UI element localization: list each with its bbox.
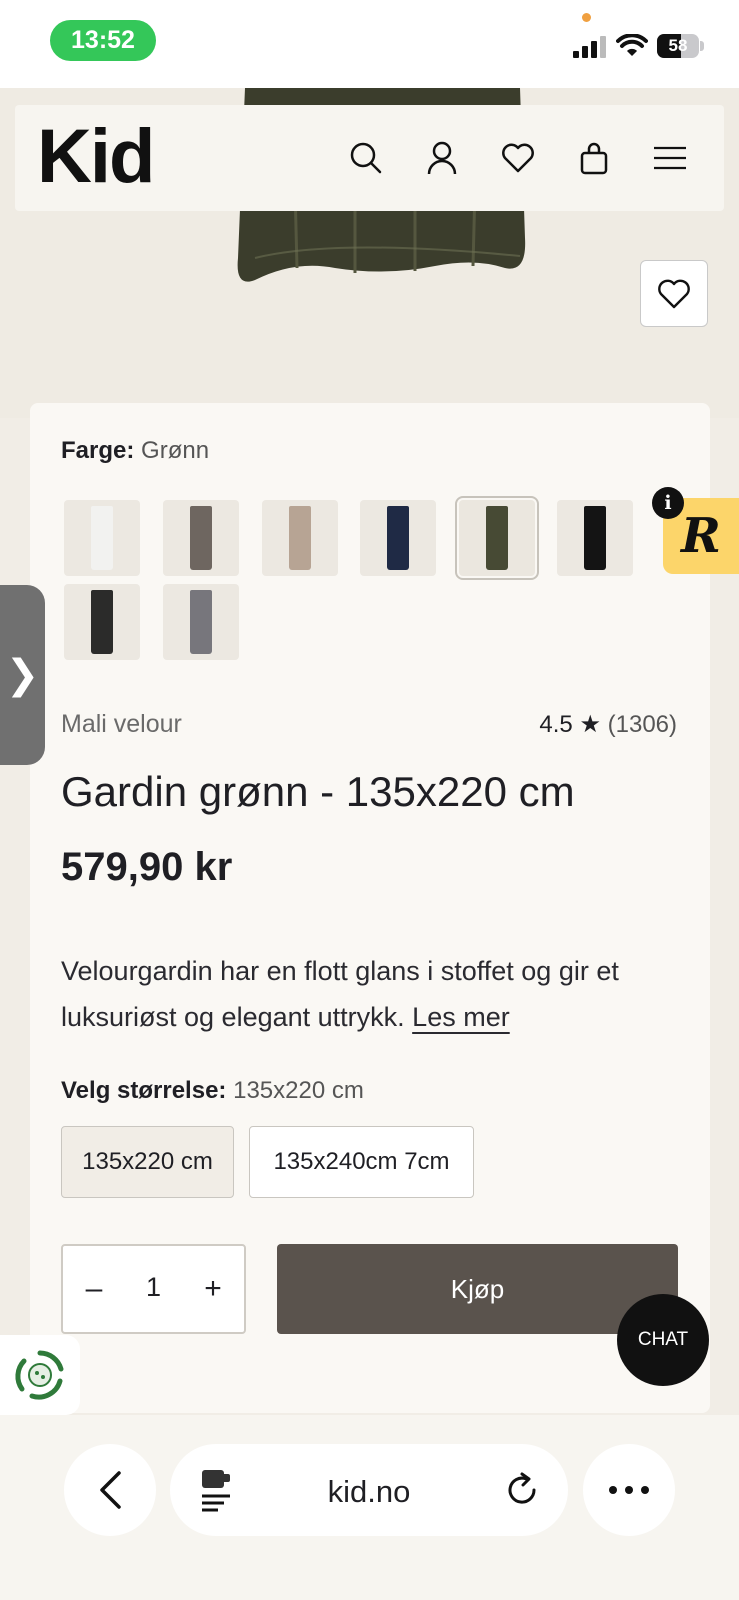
quantity-stepper: – 1 +: [61, 1244, 246, 1334]
product-description: Velourgardin har en flott glans i stoffe…: [61, 948, 681, 1040]
eco-badge[interactable]: [0, 1335, 80, 1415]
wifi-icon: [616, 34, 648, 56]
color-swatch[interactable]: [163, 584, 239, 660]
menu-button[interactable]: [650, 138, 690, 178]
kid-logo[interactable]: Kid: [37, 119, 155, 195]
search-icon: [350, 142, 382, 174]
signal-icon: [573, 36, 606, 58]
size-label: Velg størrelse: 135x220 cm: [61, 1077, 364, 1105]
swatch-drape: [91, 506, 113, 570]
size-option-selected[interactable]: 135x220 cm: [61, 1126, 234, 1198]
quantity-increase-button[interactable]: +: [198, 1274, 228, 1304]
search-button[interactable]: [346, 138, 386, 178]
size-label-key: Velg størrelse:: [61, 1077, 227, 1104]
cart-button[interactable]: [574, 138, 614, 178]
product-price: 579,90 kr: [61, 845, 233, 889]
swatch-drape: [387, 506, 409, 570]
color-swatch-selected[interactable]: [455, 496, 539, 580]
buy-button[interactable]: Kjøp: [277, 1244, 678, 1334]
read-more-link[interactable]: Les mer: [412, 1002, 510, 1032]
site-header: Kid: [15, 105, 724, 211]
color-label-value: Grønn: [141, 437, 210, 464]
more-icon: [609, 1486, 649, 1494]
side-drawer-tab[interactable]: ❯: [0, 585, 45, 765]
wishlist-icon: [502, 143, 534, 173]
more-options-button[interactable]: [583, 1444, 675, 1536]
account-button[interactable]: [422, 138, 462, 178]
swatch-drape: [190, 506, 212, 570]
favorite-button[interactable]: [640, 260, 708, 327]
back-button[interactable]: [64, 1444, 156, 1536]
account-icon: [427, 141, 457, 175]
rating-value: 4.5 ★: [539, 711, 601, 738]
color-swatch[interactable]: [163, 500, 239, 576]
color-label-key: Farge:: [61, 437, 135, 464]
color-swatch[interactable]: [360, 500, 436, 576]
wishlist-button[interactable]: [498, 138, 538, 178]
address-bar[interactable]: kid.no: [170, 1444, 568, 1536]
product-rating[interactable]: 4.5 ★ (1306): [539, 710, 677, 739]
product-brand[interactable]: Mali velour: [61, 710, 182, 739]
swatch-drape: [190, 590, 212, 654]
status-time: 13:52: [50, 20, 156, 61]
battery-icon: 58: [657, 34, 699, 58]
color-swatch[interactable]: [64, 500, 140, 576]
rating-count: (1306): [607, 711, 677, 738]
swatch-drape: [91, 590, 113, 654]
color-swatch[interactable]: [557, 500, 633, 576]
swatch-drape: [584, 506, 606, 570]
mic-indicator: [582, 13, 591, 22]
product-title: Gardin grønn - 135x220 cm: [61, 768, 575, 815]
color-label: Farge: Grønn: [61, 437, 209, 465]
cart-icon: [580, 142, 608, 175]
color-swatch[interactable]: [262, 500, 338, 576]
battery-level: 58: [668, 36, 688, 55]
status-bar: 13:52 58: [0, 0, 739, 88]
recycle-icon: [15, 1350, 64, 1400]
swatch-drape: [289, 506, 311, 570]
heart-icon: [658, 279, 690, 308]
swatch-drape: [486, 506, 508, 570]
chat-button[interactable]: CHAT: [617, 1294, 709, 1386]
reload-icon[interactable]: [504, 1472, 540, 1508]
menu-icon: [654, 146, 686, 170]
description-text: Velourgardin har en flott glans i stoffe…: [61, 956, 619, 1032]
size-label-value: 135x220 cm: [233, 1077, 364, 1104]
battery-tip: [700, 41, 704, 51]
chevron-left-icon: [100, 1471, 121, 1509]
info-icon[interactable]: i: [652, 487, 684, 519]
color-swatch[interactable]: [64, 584, 140, 660]
size-option[interactable]: 135x240cm 7cm: [249, 1126, 474, 1198]
